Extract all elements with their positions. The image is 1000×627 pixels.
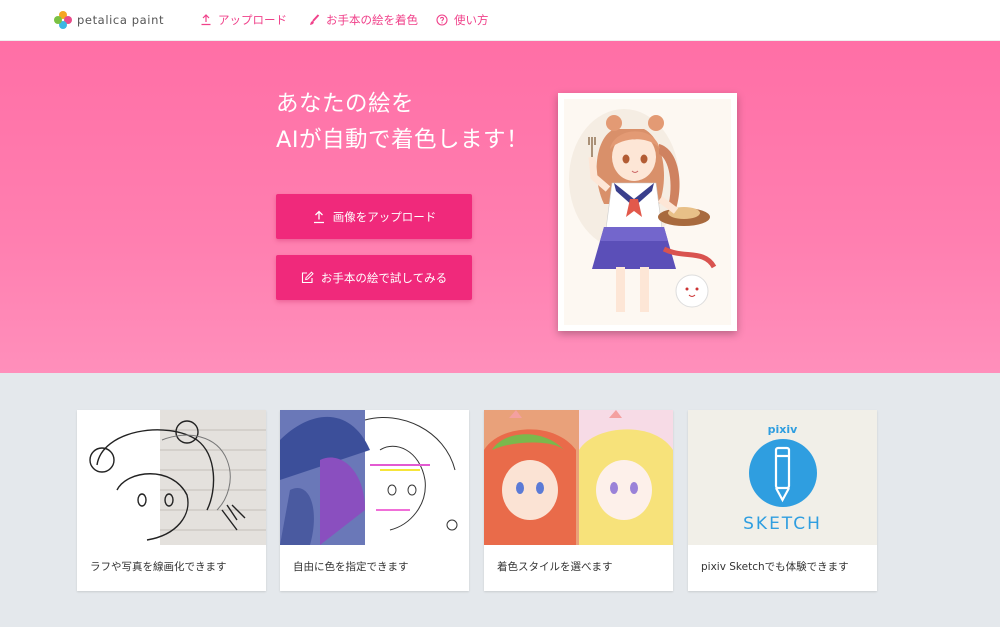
nav-upload-label: アップロード	[218, 13, 287, 27]
lineart-preview-image	[77, 410, 266, 545]
pixiv-sketch-banner: pixiv SKETCH	[688, 410, 877, 545]
nav-sample-label: お手本の絵を着色	[326, 13, 418, 27]
logo-text: petalica paint	[77, 13, 165, 27]
anime-girl-image	[564, 99, 731, 325]
logo[interactable]: petalica paint	[54, 10, 164, 30]
sample-illustration	[558, 93, 737, 331]
brush-icon	[310, 14, 320, 25]
feature-caption-color-hint: 自由に色を指定できます	[293, 561, 409, 573]
upload-icon	[201, 14, 211, 26]
hero-section: あなたの絵を AIが自動で着色します！ 画像をアップロード お手本の絵で試してみ…	[0, 41, 1000, 373]
feature-card-pixiv-sketch[interactable]: pixiv SKETCH pixiv Sketchでも体験できます	[688, 410, 877, 591]
nav-howto-label: 使い方	[454, 13, 489, 27]
color-hint-preview-image	[280, 410, 469, 545]
hero-title-line1: あなたの絵を	[276, 91, 415, 117]
nav-howto[interactable]: 使い方	[436, 11, 489, 29]
hero-title: あなたの絵を AIが自動で着色します！	[276, 86, 529, 158]
nav-upload[interactable]: アップロード	[200, 11, 287, 29]
petal-logo-icon	[54, 11, 72, 29]
top-nav: petalica paint アップロード お手本の絵を着色 使い方	[0, 0, 1000, 41]
nav-sample-color[interactable]: お手本の絵を着色	[309, 11, 418, 29]
upload-image-label: 画像をアップロード	[332, 209, 437, 224]
feature-caption-pixiv-sketch: pixiv Sketchでも体験できます	[701, 561, 849, 573]
feature-card-style[interactable]: 着色スタイルを選べます	[484, 410, 673, 591]
help-icon	[436, 14, 448, 26]
feature-caption-style: 着色スタイルを選べます	[497, 561, 613, 573]
edit-icon	[301, 271, 314, 284]
style-preview-image	[484, 410, 673, 545]
sketch-product-label: SKETCH	[743, 514, 822, 534]
upload-icon	[313, 210, 324, 223]
upload-image-button[interactable]: 画像をアップロード	[276, 194, 472, 239]
feature-card-lineart[interactable]: ラフや写真を線画化できます	[77, 410, 266, 591]
pixiv-brand-label: pixiv	[767, 423, 798, 436]
hero-title-line2: AIが自動で着色します！	[276, 127, 530, 153]
try-sample-button[interactable]: お手本の絵で試してみる	[276, 255, 472, 300]
feature-caption-lineart: ラフや写真を線画化できます	[90, 561, 227, 573]
feature-card-color-hint[interactable]: 自由に色を指定できます	[280, 410, 469, 591]
try-sample-label: お手本の絵で試してみる	[320, 270, 448, 285]
